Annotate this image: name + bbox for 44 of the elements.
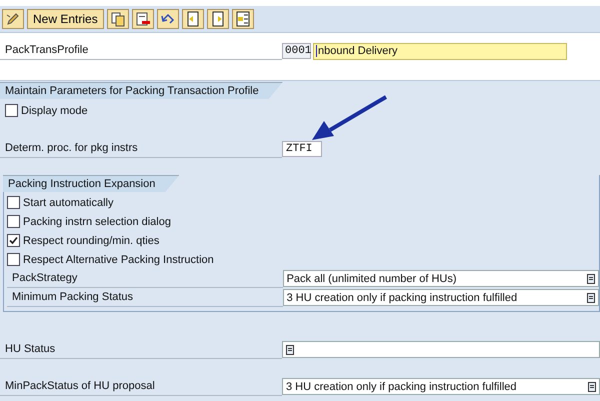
field-label: Minimum Packing Status xyxy=(7,288,283,306)
dropdown-field[interactable] xyxy=(282,341,600,358)
checkbox-label: Packing instrn selection dialog xyxy=(23,216,171,228)
checkbox[interactable] xyxy=(5,104,18,117)
field-label: PackTransProfile xyxy=(0,42,282,60)
dropdown-field[interactable]: Pack all (unlimited number of HUs) xyxy=(282,270,599,287)
input-field[interactable]: ZTFI xyxy=(282,140,322,156)
dropdown-field[interactable]: 3 HU creation only if packing instruction fulfilled xyxy=(282,378,600,395)
copy-icon xyxy=(110,11,126,27)
dropdown-icon[interactable] xyxy=(587,292,595,302)
field-label: MinPackStatus of HU proposal xyxy=(0,378,282,396)
toolbar-button[interactable] xyxy=(232,9,254,29)
previous-entry-icon xyxy=(184,11,201,27)
checkbox[interactable] xyxy=(7,253,20,266)
new-entries-button[interactable]: New Entries xyxy=(27,9,104,29)
dropdown-icon[interactable] xyxy=(286,344,294,354)
section-header: Packing Instruction Expansion xyxy=(3,175,180,192)
checkbox-label: Respect rounding/min. qties xyxy=(23,234,160,246)
field-label: PackStrategy xyxy=(7,270,283,288)
arrow-icon xyxy=(310,95,388,143)
toolbar-button[interactable] xyxy=(206,9,229,29)
delete-row-icon xyxy=(134,11,151,27)
checkbox-label: Display mode xyxy=(21,104,88,116)
checkbox-label: Start automatically xyxy=(23,196,114,208)
field-label: Determ. proc. for pkg instrs xyxy=(0,140,282,158)
profile-code-field[interactable]: 0001 xyxy=(282,43,311,59)
table-icon xyxy=(234,11,251,27)
dropdown-field[interactable]: 3 HU creation only if packing instruction fulfilled xyxy=(282,289,599,306)
toolbar-button[interactable] xyxy=(182,9,204,29)
next-entry-icon xyxy=(210,11,226,27)
dropdown-icon[interactable] xyxy=(587,274,595,284)
checkbox[interactable] xyxy=(7,234,20,247)
section-header: Maintain Parameters for Packing Transaction Profile xyxy=(0,82,283,99)
toolbar-button[interactable] xyxy=(2,9,24,29)
toolbar-button[interactable] xyxy=(106,9,129,29)
pencil-icon xyxy=(5,11,21,27)
checkbox[interactable] xyxy=(7,215,20,228)
field-label: HU Status xyxy=(0,340,282,358)
description-field[interactable]: nbound Delivery xyxy=(313,42,567,60)
checkbox[interactable] xyxy=(7,196,20,209)
toolbar-button[interactable] xyxy=(156,9,179,29)
toolbar-button[interactable] xyxy=(132,9,154,29)
dropdown-icon[interactable] xyxy=(588,382,596,392)
checkbox-label: Respect Alternative Packing Instruction xyxy=(23,254,214,266)
